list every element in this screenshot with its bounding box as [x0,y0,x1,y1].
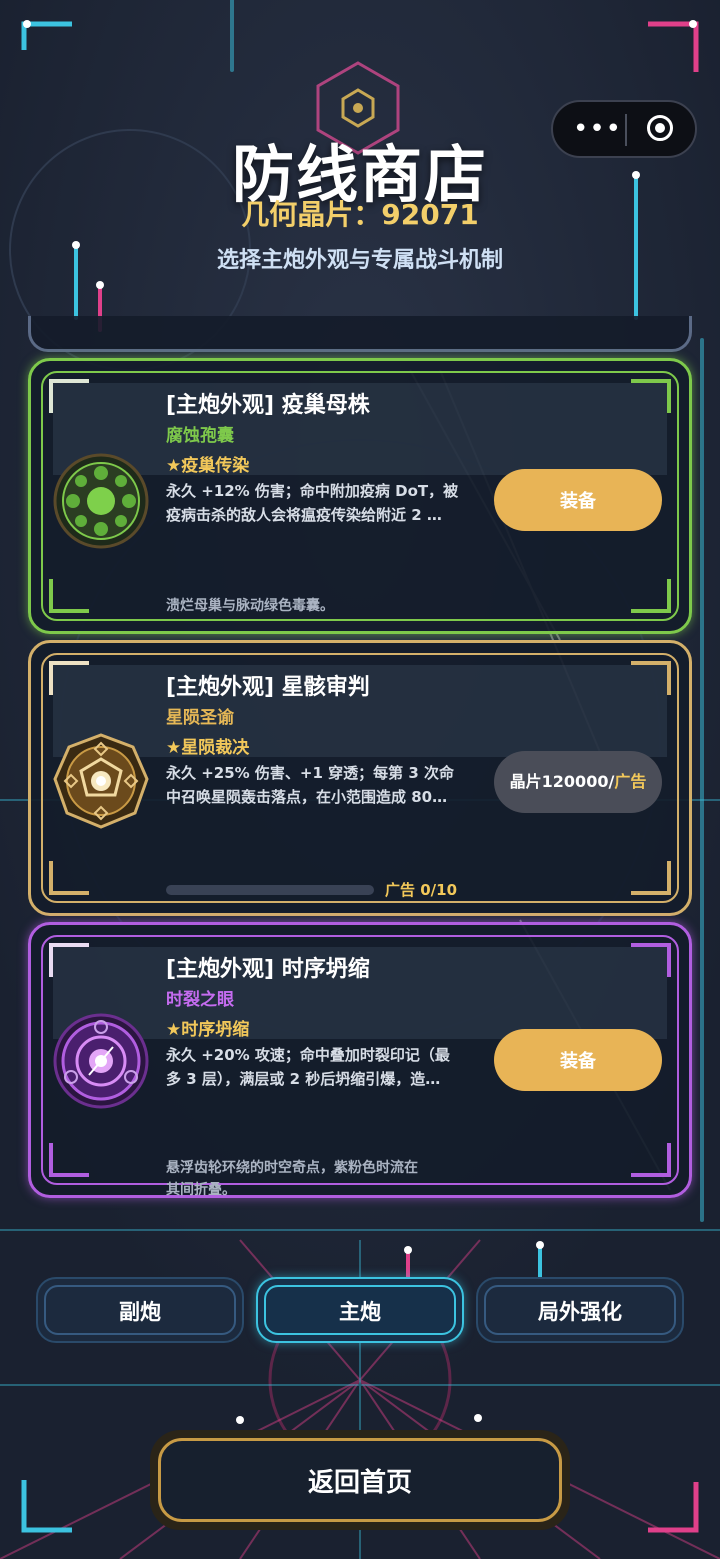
tab-label: 局外强化 [538,1300,622,1324]
skin-skill: ★星陨裁决 [166,738,250,758]
skin-name: [主炮外观] 疫巢母株 [166,393,370,418]
skin-flavor-text: 溃烂母巢与脉动绿色毒囊。 [166,598,334,614]
frame-corner [49,661,89,695]
frame-corner [49,1143,89,1177]
skin-name: [主炮外观] 时序坍缩 [166,957,370,982]
equip-button[interactable]: 装备 [494,469,662,531]
frame-corner [49,579,89,613]
frame-corner [631,861,671,895]
previous-card-edge [28,316,692,352]
tab-main-cannon[interactable]: 主炮 [256,1277,464,1343]
skin-subtitle: 腐蚀孢囊 [166,426,234,446]
time-collapse-icon [53,1013,149,1109]
skin-flavor-text: 悬浮齿轮环绕的时空奇点，紫粉色时流在 其间折叠。 [166,1157,418,1201]
description-line: 疫病击杀的敌人会将瘟疫传染给附近 2 … [166,506,442,524]
skin-description: 永久 +25% 伤害、+1 穿透；每第 3 次命 中召唤星陨轰击落点，在小范围造… [166,761,486,809]
skin-subtitle: 星陨圣谕 [166,708,234,728]
unlock-crystal-or-ad-button[interactable]: 晶片120000/广告 [494,751,662,813]
crystal-balance: 几何晶片：92071 [241,198,479,231]
flavor-line: 悬浮齿轮环绕的时空奇点，紫粉色时流在 [166,1160,418,1176]
skin-skill: ★疫巢传染 [166,456,250,476]
skin-skill: ★时序坍缩 [166,1020,250,1040]
ad-progress-label: 广告 0/10 [385,881,458,899]
description-line: 永久 +12% 伤害；命中附加疫病 DoT，被 [166,482,459,500]
skin-description: 永久 +12% 伤害；命中附加疫病 DoT，被 疫病击杀的敌人会将瘟疫传染给附近… [166,479,486,527]
skin-name: [主炮外观] 星骸审判 [166,675,370,700]
skin-subtitle: 时裂之眼 [166,990,234,1010]
frame-corner [49,861,89,895]
frame-corner [631,943,671,977]
frame-corner [631,579,671,613]
frame-corner [49,943,89,977]
frame-corner [631,1143,671,1177]
unlock-ad-label: 广告 [614,772,647,791]
skin-card-time: [主炮外观] 时序坍缩 时裂之眼 ★时序坍缩 永久 +20% 攻速；命中叠加时裂… [28,922,692,1198]
skin-description: 永久 +20% 攻速；命中叠加时裂印记（最 多 3 层），满层或 2 秒后坍缩引… [166,1043,486,1091]
description-line: 永久 +20% 攻速；命中叠加时裂印记（最 [166,1046,450,1064]
flavor-line: 其间折叠。 [166,1182,236,1198]
return-home-button[interactable]: 返回首页 [150,1430,570,1530]
page-subtitle: 选择主炮外观与专属战斗机制 [216,248,503,273]
frame-corner [631,661,671,695]
description-line: 永久 +25% 伤害、+1 穿透；每第 3 次命 [166,764,455,782]
unlock-price: 晶片120000/ [509,772,615,791]
return-home-label: 返回首页 [307,1468,412,1498]
plague-nest-icon [53,453,149,549]
frame-corner [49,379,89,413]
equip-button[interactable]: 装备 [494,1029,662,1091]
tab-meta-upgrades[interactable]: 局外强化 [476,1277,684,1343]
star-judgment-icon [53,733,149,829]
skin-card-plague: [主炮外观] 疫巢母株 腐蚀孢囊 ★疫巢传染 永久 +12% 伤害；命中附加疫病… [28,358,692,634]
ad-progress-bar [166,885,374,895]
description-line: 多 3 层），满层或 2 秒后坍缩引爆，造… [166,1070,441,1088]
frame-corner [631,379,671,413]
tab-label: 主炮 [339,1300,381,1324]
tab-secondary-cannon[interactable]: 副炮 [36,1277,244,1343]
skin-card-star: [主炮外观] 星骸审判 星陨圣谕 ★星陨裁决 永久 +25% 伤害、+1 穿透；… [28,640,692,916]
description-line: 中召唤星陨轰击落点，在小范围造成 80… [166,788,448,806]
tab-label: 副炮 [119,1300,161,1324]
